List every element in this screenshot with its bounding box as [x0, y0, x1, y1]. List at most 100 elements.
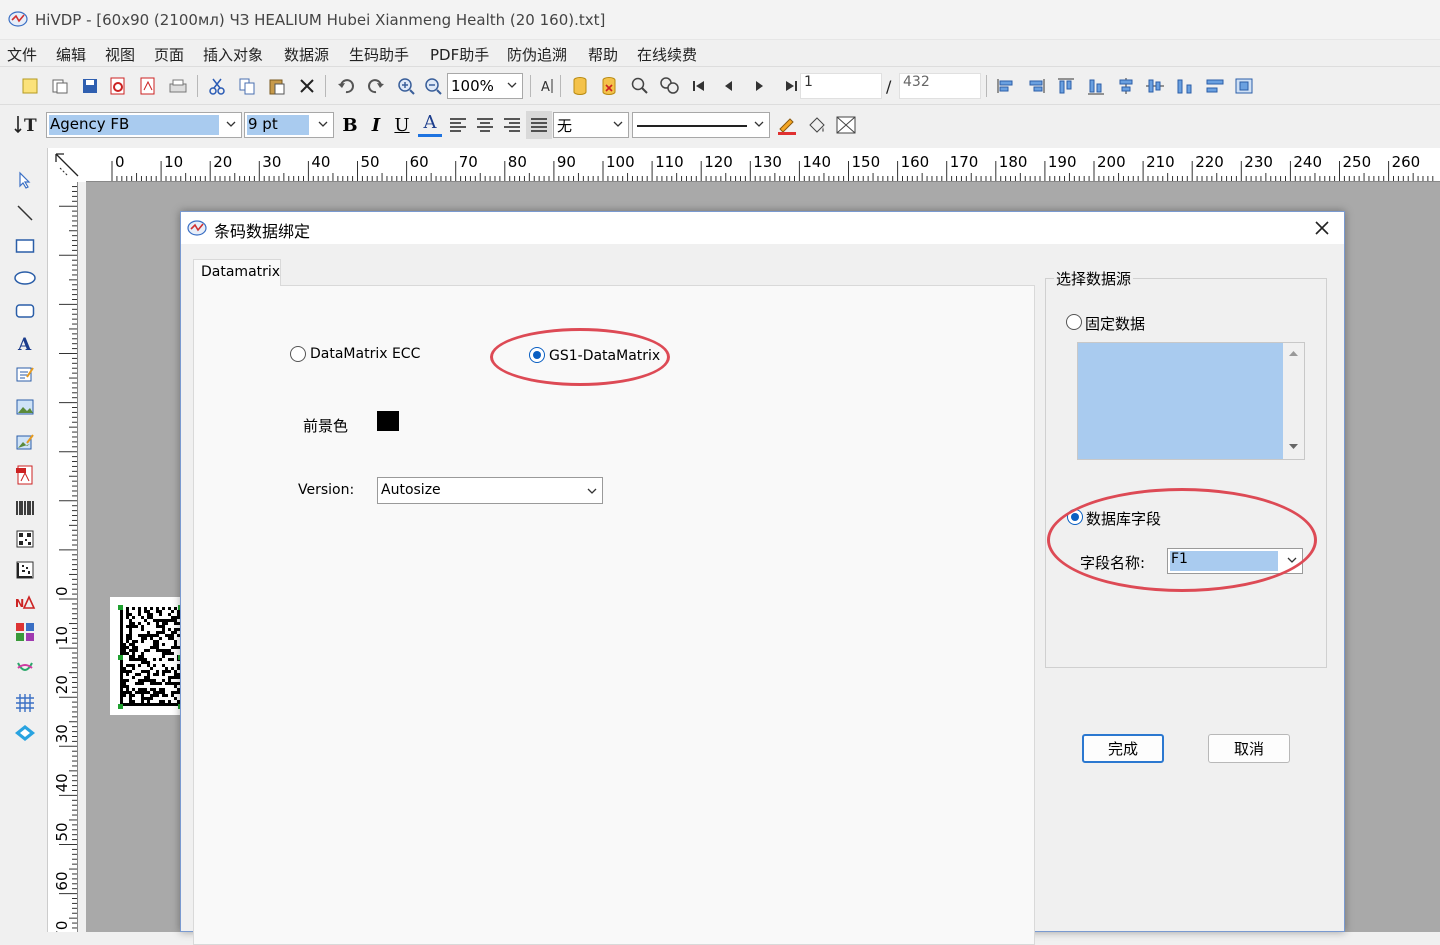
barcode-tool-icon[interactable] [13, 496, 37, 520]
fixed-data-textarea[interactable] [1077, 342, 1305, 460]
open-icon[interactable] [48, 74, 72, 98]
shape-tool-icon[interactable] [13, 721, 37, 745]
text-tool-icon[interactable]: A [13, 331, 37, 355]
datamatrix-tool-icon[interactable] [13, 558, 37, 582]
text-orientation-icon[interactable]: T [14, 112, 38, 136]
align-left-icon[interactable] [994, 74, 1018, 98]
menu-anti-fake-trace[interactable]: 防伪追溯 [507, 44, 567, 65]
same-width-icon[interactable] [1203, 74, 1227, 98]
font-size-value: 9 pt [248, 115, 278, 133]
border-style-select[interactable]: 无 [553, 112, 629, 138]
menu-data-source[interactable]: 数据源 [284, 44, 329, 65]
ellipse-tool-icon[interactable] [13, 266, 37, 290]
zoom-out-icon[interactable] [421, 74, 445, 98]
cancel-button[interactable]: 取消 [1208, 734, 1290, 763]
first-page-icon[interactable] [687, 74, 711, 98]
zoom-select[interactable]: 100% [447, 73, 523, 99]
chevron-down-icon [226, 121, 236, 127]
undo-icon[interactable] [334, 74, 358, 98]
align-center-v-icon[interactable] [1114, 74, 1138, 98]
align-center-h-icon[interactable] [1143, 74, 1167, 98]
find-icon[interactable] [628, 74, 652, 98]
printer-icon[interactable] [166, 74, 190, 98]
rounded-rect-tool-icon[interactable] [13, 299, 37, 323]
menu-edit[interactable]: 编辑 [56, 44, 86, 65]
underline-button[interactable]: U [390, 113, 414, 137]
copy-icon[interactable] [235, 74, 259, 98]
find-replace-icon[interactable] [658, 74, 682, 98]
resize-handle[interactable] [118, 655, 123, 660]
text-align-center-icon[interactable] [473, 113, 497, 137]
page-number-input[interactable]: 1 [800, 73, 882, 99]
fill-color-icon[interactable] [805, 113, 829, 137]
database-edit-icon[interactable] [598, 74, 622, 98]
export-pdf-icon[interactable] [136, 74, 160, 98]
menu-pdf-helper[interactable]: PDF助手 [430, 44, 489, 65]
prev-page-icon[interactable] [717, 74, 741, 98]
stamp-tool-icon[interactable]: N [13, 590, 37, 614]
text-direction-icon[interactable]: A [536, 74, 560, 98]
font-size-select[interactable]: 9 pt [244, 112, 334, 138]
cut-icon[interactable] [205, 74, 229, 98]
textarea-scrollbar[interactable] [1283, 343, 1304, 459]
text-color-button[interactable]: A [418, 111, 442, 137]
ruler-tick-label: 240 [1293, 153, 1322, 171]
image-tool-icon[interactable] [13, 395, 37, 419]
line-tool-icon[interactable] [13, 201, 37, 225]
italic-button[interactable]: I [364, 113, 388, 137]
foreground-color-swatch[interactable] [377, 411, 399, 431]
select-arrow-icon[interactable] [13, 168, 37, 192]
radio-datamatrix-ecc[interactable] [290, 346, 306, 362]
rectangle-tool-icon[interactable] [13, 234, 37, 258]
line-style-select[interactable] [632, 112, 770, 138]
text-align-right-icon[interactable] [500, 113, 524, 137]
image-edit-tool-icon[interactable] [13, 430, 37, 454]
ruler-tick-label: 110 [655, 153, 684, 171]
database-icon[interactable] [568, 74, 592, 98]
new-file-icon[interactable] [18, 74, 42, 98]
radio-fixed-data[interactable] [1066, 314, 1082, 330]
menu-page[interactable]: 页面 [154, 44, 184, 65]
rich-text-tool-icon[interactable] [13, 362, 37, 386]
menu-view[interactable]: 视图 [105, 44, 135, 65]
align-bottom-icon[interactable] [1084, 74, 1108, 98]
save-icon[interactable] [78, 74, 102, 98]
same-height-icon[interactable] [1173, 74, 1197, 98]
qrcode-tool-icon[interactable] [13, 527, 37, 551]
color-code-tool-icon[interactable] [13, 620, 37, 644]
paste-icon[interactable] [265, 74, 289, 98]
ruler-tick-label: 90 [557, 153, 576, 171]
resize-handle[interactable] [118, 704, 123, 709]
same-size-icon[interactable] [1232, 74, 1256, 98]
font-family-select[interactable]: Agency FB [46, 112, 242, 138]
ok-button[interactable]: 完成 [1082, 734, 1164, 763]
align-right-icon[interactable] [1024, 74, 1048, 98]
menu-code-helper[interactable]: 生码助手 [349, 44, 409, 65]
menu-help[interactable]: 帮助 [588, 44, 618, 65]
next-page-icon[interactable] [747, 74, 771, 98]
pdf-object-tool-icon[interactable] [13, 463, 37, 487]
text-align-left-icon[interactable] [446, 113, 470, 137]
version-select[interactable]: Autosize [377, 477, 603, 504]
ruler-tick-label: 190 [1048, 153, 1077, 171]
chevron-down-icon [318, 121, 328, 127]
tab-datamatrix[interactable]: Datamatrix [193, 259, 281, 286]
menu-renew[interactable]: 在线续费 [637, 44, 697, 65]
grid-tool-icon[interactable] [13, 691, 37, 715]
delete-icon[interactable] [295, 74, 319, 98]
text-justify-icon[interactable] [526, 111, 552, 139]
svg-text:N: N [15, 597, 24, 610]
menu-insert-object[interactable]: 插入对象 [203, 44, 263, 65]
print-pdf-icon[interactable] [106, 74, 130, 98]
bold-button[interactable]: B [338, 113, 362, 137]
line-color-icon[interactable] [775, 113, 799, 137]
resize-handle[interactable] [118, 605, 123, 610]
close-icon[interactable] [1311, 218, 1333, 238]
datamatrix-barcode[interactable] [110, 597, 186, 715]
zoom-in-icon[interactable] [394, 74, 418, 98]
redo-icon[interactable] [364, 74, 388, 98]
align-top-icon[interactable] [1054, 74, 1078, 98]
curve-tool-icon[interactable] [13, 657, 37, 681]
no-fill-icon[interactable] [834, 113, 858, 137]
menu-file[interactable]: 文件 [7, 44, 37, 65]
